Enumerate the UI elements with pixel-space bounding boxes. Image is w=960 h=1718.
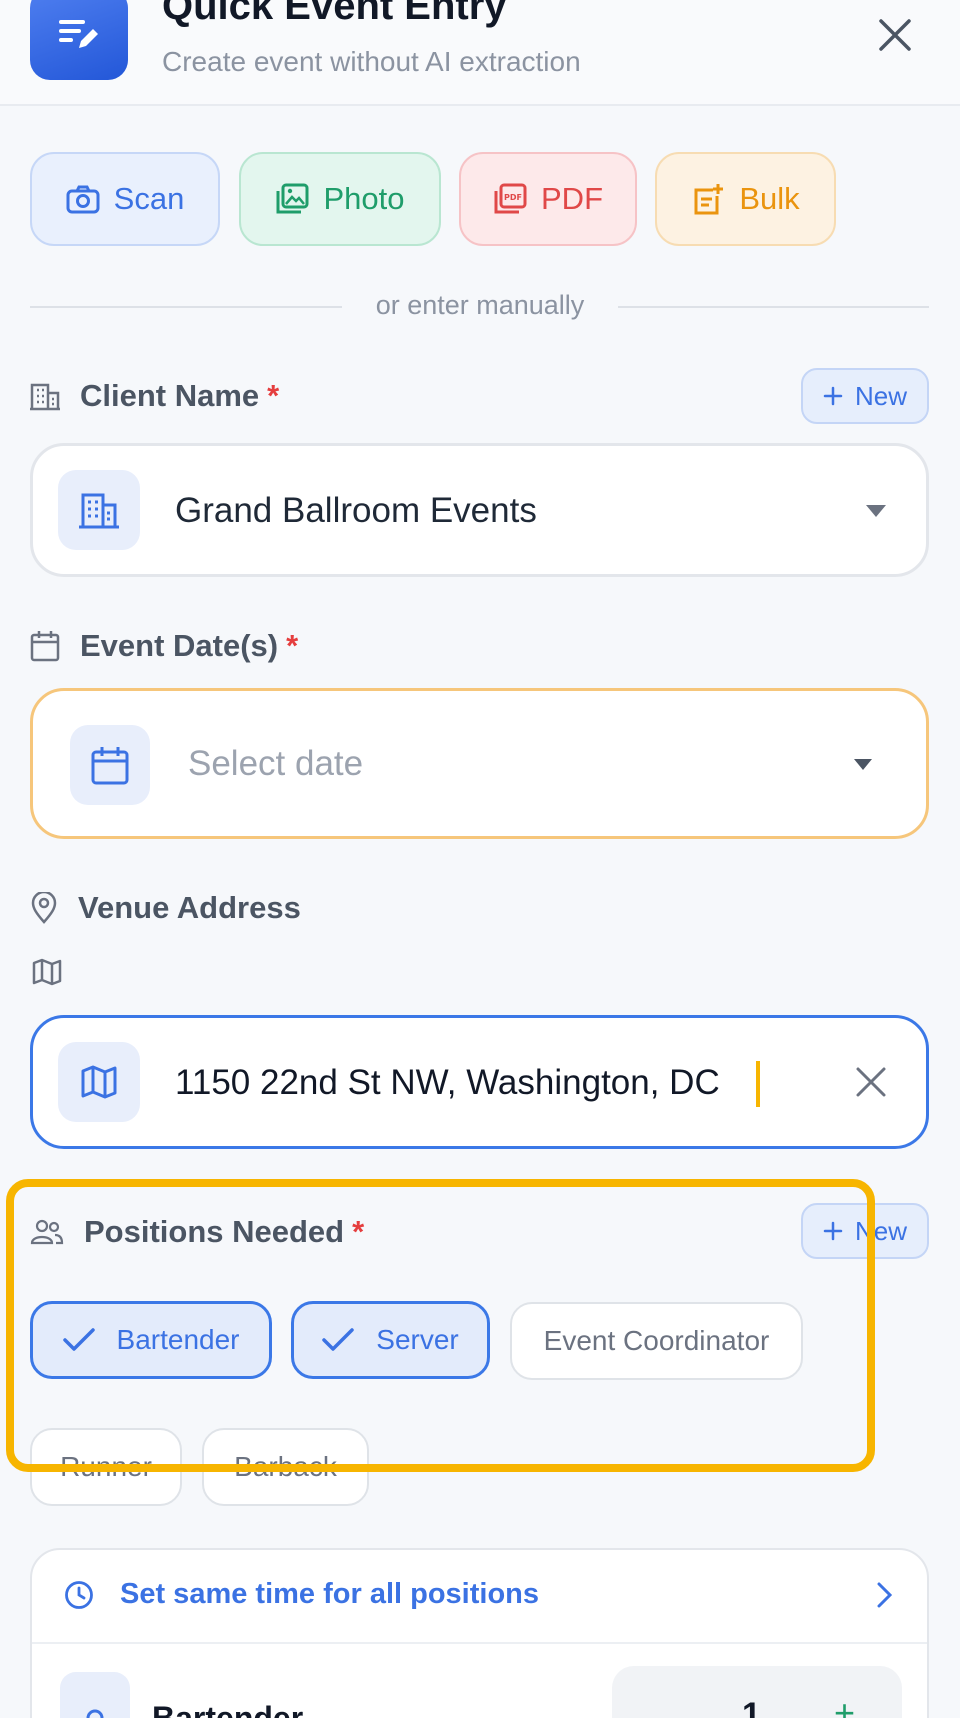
position-chip-bartender[interactable]: Bartender [30,1301,272,1379]
new-client-label: New [854,380,907,411]
position-chip-server[interactable]: Server [291,1301,490,1379]
position-chip-event-coordinator[interactable]: Event Coordinator [510,1302,803,1380]
calendar-icon [30,631,60,662]
divider-right [618,306,929,308]
bulk-button[interactable]: Bulk [655,152,836,246]
client-value: Grand Ballroom Events [175,491,537,530]
divider-left [30,306,342,308]
venue-label: Venue Address [78,890,301,925]
date-select[interactable]: Select date [30,688,929,839]
chevron-down-icon [866,505,886,517]
chevron-right-icon [877,1582,893,1608]
calendar-icon [70,725,150,805]
close-icon [879,19,911,51]
image-icon [276,183,309,214]
position-chip-label: Event Coordinator [543,1325,770,1356]
position-chip-label: Barback [234,1451,337,1482]
bulk-add-icon [694,184,724,215]
set-same-time-row[interactable]: Set same time for all positions [32,1550,927,1644]
position-chip-label: Runner [60,1451,152,1482]
venue-input[interactable]: 1150 22nd St NW, Washington, DC [30,1015,929,1149]
map-icon [58,1042,140,1122]
close-button[interactable] [870,10,920,60]
positions-time-card: Set same time for all positions Bartende… [30,1548,929,1718]
pdf-button[interactable]: PDF PDF [459,152,637,246]
modal-subtitle: Create event without AI extraction [162,46,581,77]
people-icon [30,1219,64,1245]
position-count-value: 1 [742,1696,761,1718]
camera-icon [66,185,100,214]
set-same-time-label: Set same time for all positions [120,1578,539,1610]
client-label-row: Client Name * [30,378,279,414]
increment-button[interactable]: + [834,1692,855,1718]
close-icon [856,1067,886,1097]
check-icon [62,1328,95,1351]
scan-label: Scan [113,181,185,216]
photo-button[interactable]: Photo [239,152,441,246]
clock-icon [65,1581,93,1609]
position-chip-label: Bartender [116,1324,240,1355]
divider-text: or enter manually [375,290,585,320]
modal-title: Quick Event Entry [162,0,507,28]
position-chip-runner[interactable]: Runner [30,1428,182,1506]
client-label: Client Name * [80,378,280,413]
pdf-label: PDF [541,181,603,216]
plus-icon [823,1221,843,1241]
venue-label-row: Venue Address [30,890,301,926]
clear-input-button[interactable] [855,1066,887,1098]
svg-text:PDF: PDF [504,193,522,202]
building-icon [30,383,60,411]
date-label-row: Event Date(s) * [30,628,298,664]
position-chip-label: Server [376,1324,459,1355]
text-cursor [756,1061,760,1107]
modal-header: Quick Event Entry Create event without A… [0,0,960,106]
venue-value: 1150 22nd St NW, Washington, DC [175,1063,720,1102]
person-icon [60,1672,130,1718]
new-position-label: New [854,1215,907,1246]
pdf-icon: PDF [494,183,527,214]
plus-icon [823,386,843,406]
date-placeholder: Select date [188,744,364,783]
positions-label-row: Positions Needed * [30,1214,364,1250]
chevron-down-icon [854,759,872,770]
map-icon [32,958,62,986]
building-icon [58,470,140,550]
edit-note-icon [30,0,128,80]
position-row-name: Bartender [152,1700,304,1718]
positions-label: Positions Needed * [84,1214,365,1249]
position-count-stepper[interactable]: 1 + [612,1666,902,1718]
location-pin-icon [31,892,57,924]
position-chip-barback[interactable]: Barback [202,1428,369,1506]
client-select[interactable]: Grand Ballroom Events [30,443,929,577]
date-label: Event Date(s) * [80,628,299,663]
photo-label: Photo [323,181,405,216]
new-position-button[interactable]: New [801,1203,929,1259]
scan-button[interactable]: Scan [30,152,220,246]
bulk-label: Bulk [739,181,800,216]
new-client-button[interactable]: New [801,368,929,424]
check-icon [322,1328,355,1351]
map-button[interactable] [32,958,62,986]
